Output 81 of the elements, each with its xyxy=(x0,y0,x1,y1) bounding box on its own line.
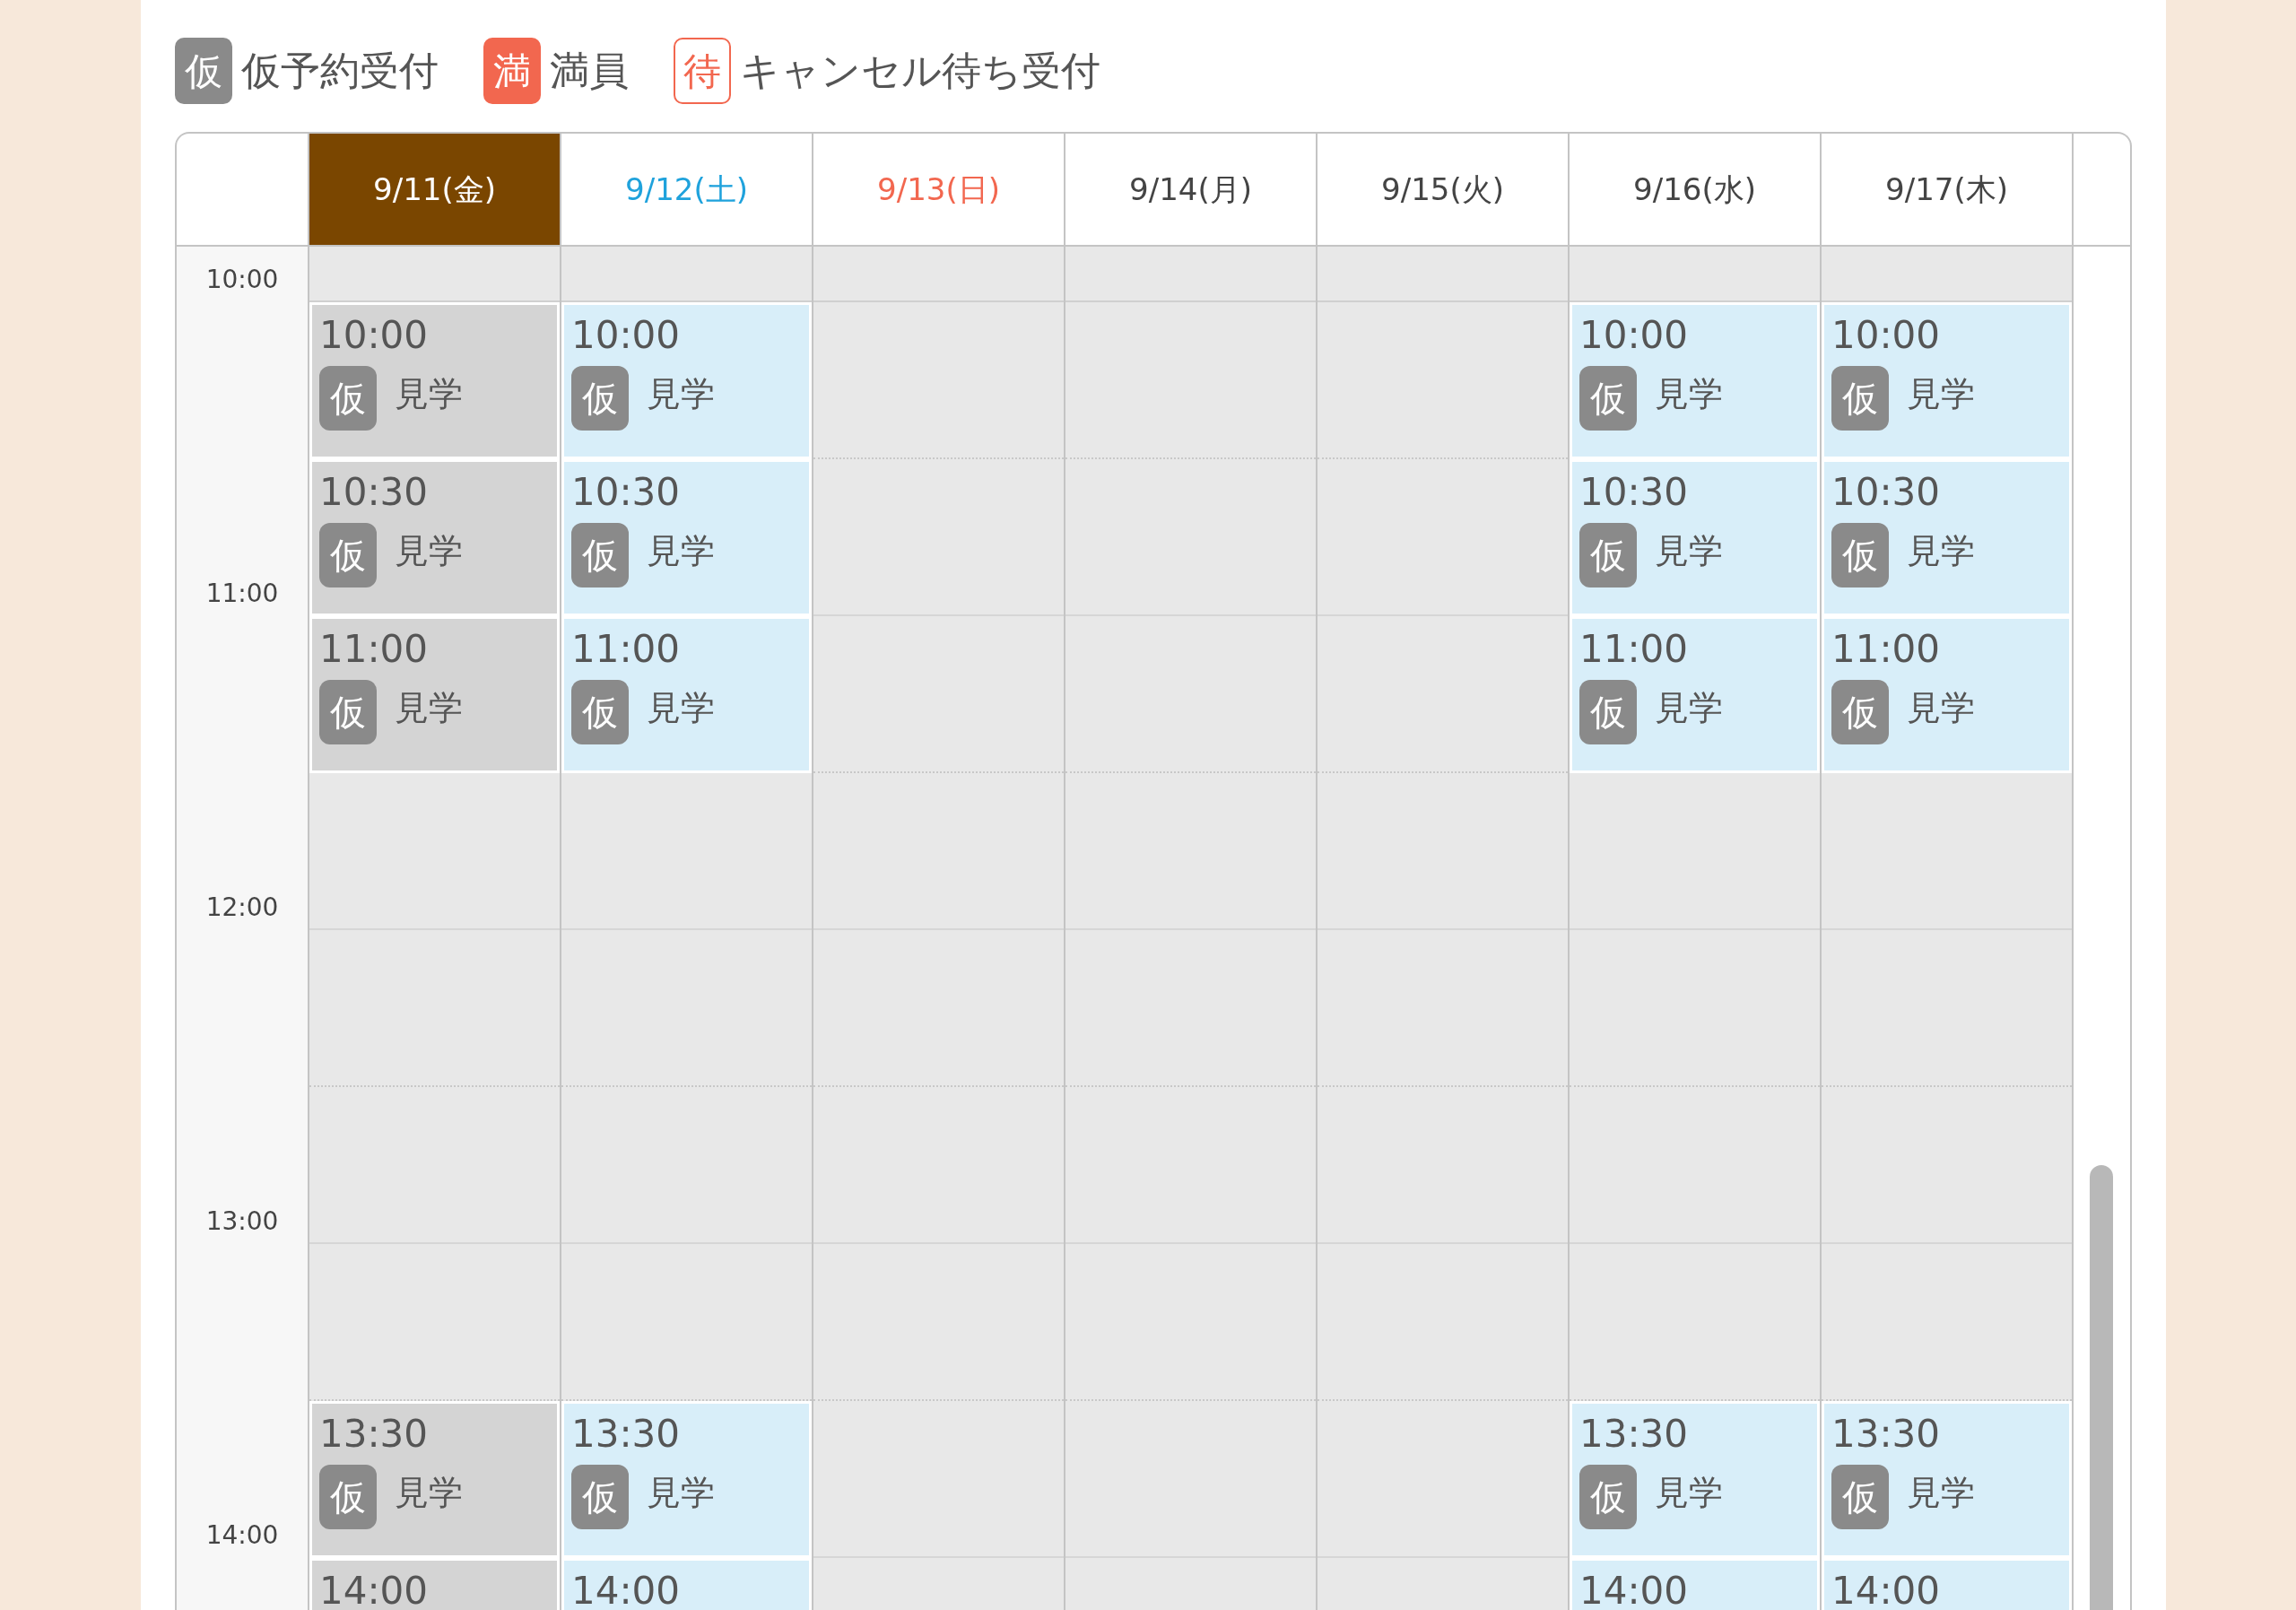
slot-time: 10:00 xyxy=(571,312,682,359)
slot-label: 見学 xyxy=(395,686,463,729)
slot-label: 見学 xyxy=(1907,372,1975,415)
time-slot[interactable]: 10:00 仮 見学 xyxy=(309,302,560,459)
slot-label: 見学 xyxy=(647,529,715,572)
legend-label: 仮予約受付 xyxy=(241,47,439,95)
time-label: 10:00 xyxy=(205,264,279,296)
slot-label: 見学 xyxy=(395,529,463,572)
slot-time: 13:30 xyxy=(1831,1411,1942,1458)
time-slot[interactable]: 11:00 仮 見学 xyxy=(309,616,560,773)
slot-label: 見学 xyxy=(1907,686,1975,729)
legend-badge: 待 xyxy=(674,38,731,104)
slot-time: 10:00 xyxy=(1579,312,1690,359)
slot-label: 見学 xyxy=(1655,1471,1723,1514)
time-slot[interactable]: 10:00 仮 見学 xyxy=(1822,302,2072,459)
time-slot[interactable]: 13:30 仮 見学 xyxy=(561,1401,812,1558)
slot-label: 見学 xyxy=(647,686,715,729)
time-slot[interactable]: 10:00 仮 見学 xyxy=(561,302,812,459)
slot-label: 見学 xyxy=(1907,1471,1975,1514)
time-slot[interactable]: 10:00 仮 見学 xyxy=(1570,302,1820,459)
slot-time: 13:30 xyxy=(1579,1411,1690,1458)
time-slot[interactable]: 14:00 xyxy=(1570,1558,1820,1610)
slot-time: 11:00 xyxy=(1831,626,1942,673)
slot-time: 10:30 xyxy=(1831,469,1942,516)
tentative-badge: 仮 xyxy=(571,523,629,587)
time-slot[interactable]: 11:00 仮 見学 xyxy=(1570,616,1820,773)
tentative-badge: 仮 xyxy=(319,523,377,587)
slot-time: 10:00 xyxy=(319,312,430,359)
tentative-badge: 仮 xyxy=(571,366,629,431)
tentative-badge: 仮 xyxy=(1579,680,1637,744)
time-slot[interactable]: 10:30 仮 見学 xyxy=(309,459,560,616)
slot-time: 10:00 xyxy=(1831,312,1942,359)
tentative-badge: 仮 xyxy=(571,680,629,744)
day-header-tab[interactable]: 9/11(金) xyxy=(309,134,561,245)
time-slot[interactable]: 14:00 xyxy=(561,1558,812,1610)
slot-time: 11:00 xyxy=(571,626,682,673)
tentative-badge: 仮 xyxy=(1579,1465,1637,1529)
tentative-badge: 仮 xyxy=(1831,366,1889,431)
tentative-badge: 仮 xyxy=(319,1465,377,1529)
time-slot[interactable]: 10:30 仮 見学 xyxy=(1822,459,2072,616)
slot-label: 見学 xyxy=(1655,686,1723,729)
tentative-badge: 仮 xyxy=(1579,523,1637,587)
legend-label: 満員 xyxy=(550,47,629,95)
time-slot[interactable]: 13:30 仮 見学 xyxy=(309,1401,560,1558)
time-slot[interactable]: 14:00 xyxy=(309,1558,560,1610)
time-label: 14:00 xyxy=(205,1519,279,1552)
tentative-badge: 仮 xyxy=(1831,680,1889,744)
time-label: 11:00 xyxy=(205,578,279,610)
time-slot[interactable]: 14:00 xyxy=(1822,1558,2072,1610)
slot-time: 13:30 xyxy=(319,1411,430,1458)
slot-label: 見学 xyxy=(647,372,715,415)
time-slot[interactable]: 10:30 仮 見学 xyxy=(561,459,812,616)
scrollbar-thumb[interactable] xyxy=(2090,1165,2113,1610)
tentative-badge: 仮 xyxy=(1831,1465,1889,1529)
slot-label: 見学 xyxy=(647,1471,715,1514)
slot-time: 11:00 xyxy=(319,626,430,673)
tentative-badge: 仮 xyxy=(319,366,377,431)
legend-badge: 仮 xyxy=(175,38,232,104)
time-label: 12:00 xyxy=(205,892,279,924)
slot-time: 11:00 xyxy=(1579,626,1690,673)
time-slot[interactable]: 10:30 仮 見学 xyxy=(1570,459,1820,616)
slot-label: 見学 xyxy=(1907,529,1975,572)
tentative-badge: 仮 xyxy=(571,1465,629,1529)
legend-badge: 満 xyxy=(483,38,541,104)
slot-label: 見学 xyxy=(395,372,463,415)
tentative-badge: 仮 xyxy=(1831,523,1889,587)
time-slot[interactable]: 11:00 仮 見学 xyxy=(1822,616,2072,773)
slot-label: 見学 xyxy=(395,1471,463,1514)
tentative-badge: 仮 xyxy=(1579,366,1637,431)
slot-label: 見学 xyxy=(1655,529,1723,572)
slot-time: 13:30 xyxy=(571,1411,682,1458)
tentative-badge: 仮 xyxy=(319,680,377,744)
slot-time: 10:30 xyxy=(571,469,682,516)
slot-time: 10:30 xyxy=(1579,469,1690,516)
slot-time: 10:30 xyxy=(319,469,430,516)
legend-label: キャンセル待ち受付 xyxy=(740,47,1100,95)
time-label: 13:00 xyxy=(205,1205,279,1238)
time-slot[interactable]: 13:30 仮 見学 xyxy=(1822,1401,2072,1558)
time-slot[interactable]: 11:00 仮 見学 xyxy=(561,616,812,773)
time-slot[interactable]: 13:30 仮 見学 xyxy=(1570,1401,1820,1558)
slot-label: 見学 xyxy=(1655,372,1723,415)
